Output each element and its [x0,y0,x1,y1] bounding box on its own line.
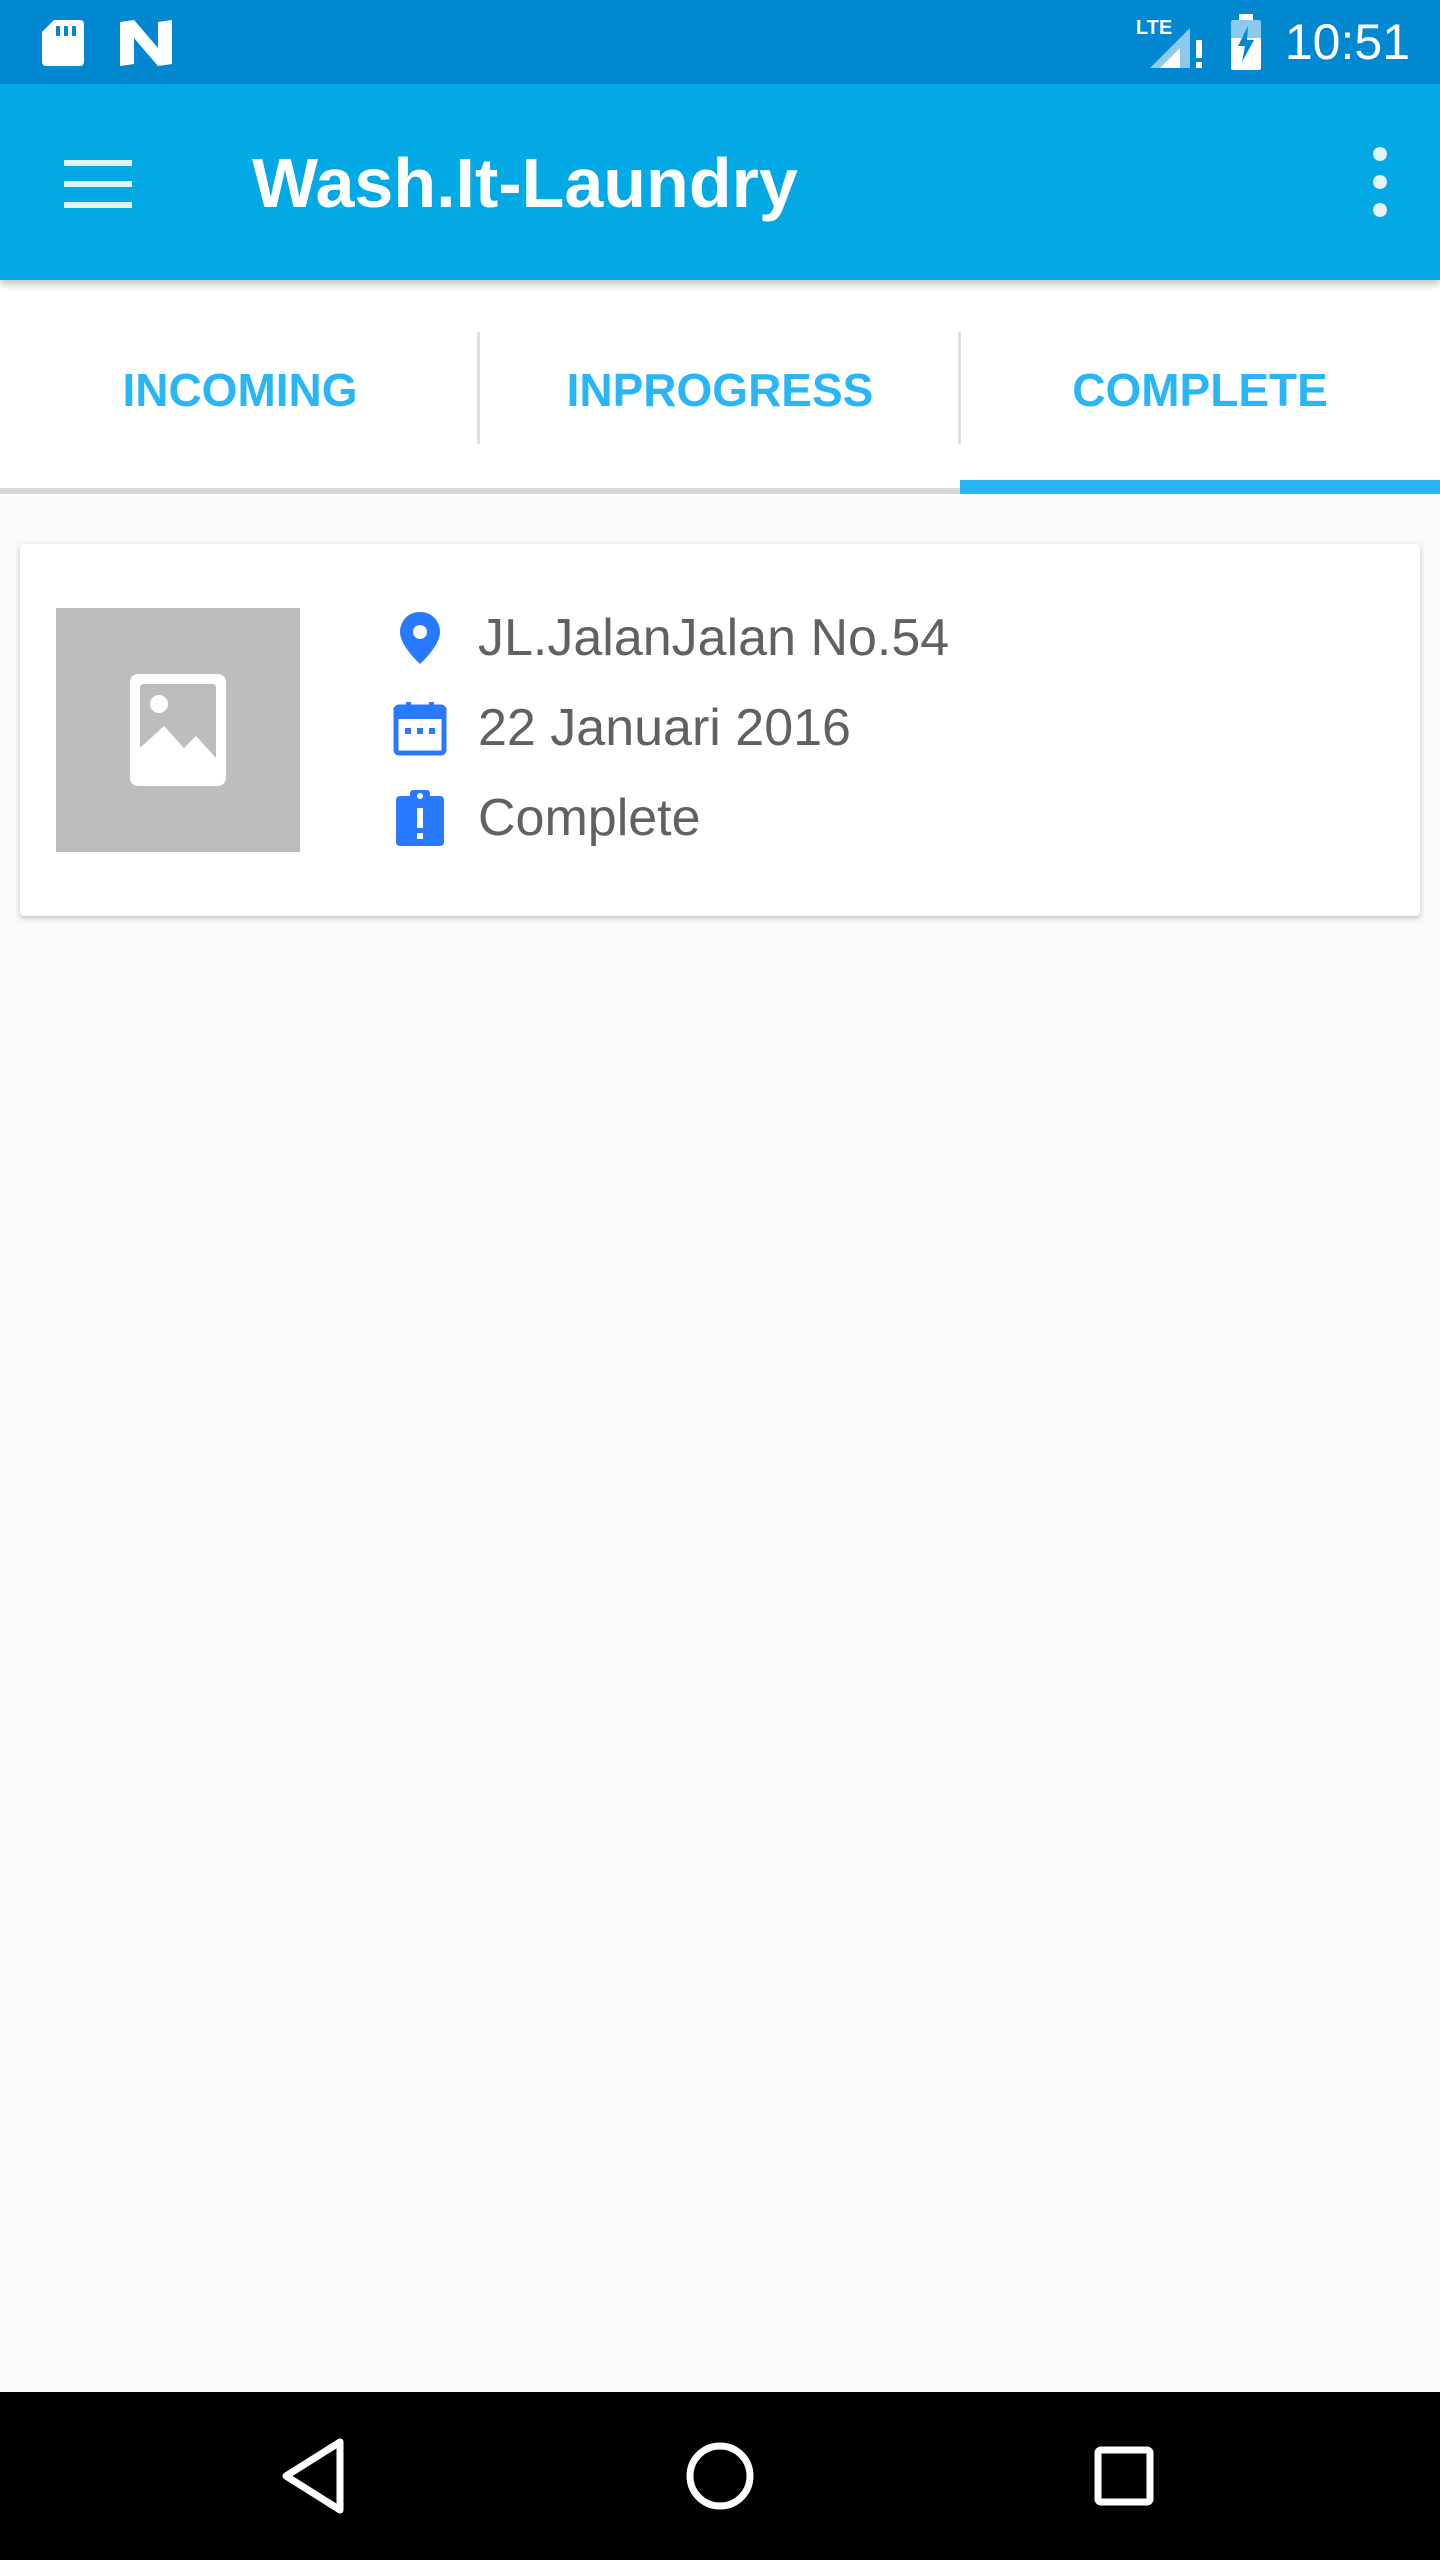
calendar-icon [390,698,450,758]
app-bar: Wash.It-Laundry [0,84,1440,280]
navigation-bar [0,2392,1440,2560]
battery-charging-icon [1228,12,1264,72]
tab-complete[interactable]: COMPLETE [960,280,1440,496]
menu-button[interactable] [48,134,148,234]
status-time: 10:51 [1284,14,1410,70]
tab-label: COMPLETE [1072,364,1328,416]
app-title: Wash.It-Laundry [252,144,798,222]
sd-card-icon [40,18,86,68]
recents-button[interactable] [1064,2416,1184,2536]
home-button[interactable] [660,2416,780,2536]
order-date: 22 Januari 2016 [478,699,851,757]
overflow-menu-button[interactable] [1340,132,1420,232]
image-placeholder-icon [56,674,300,856]
tab-bar: INCOMING INPROGRESS COMPLETE [0,280,1440,496]
tab-label: INCOMING [122,364,358,416]
order-status: Complete [478,789,701,847]
order-thumbnail [56,608,300,852]
n-notification-icon [118,18,174,68]
more-vertical-icon [1340,147,1420,236]
home-icon [660,2442,780,2540]
back-button[interactable] [256,2416,376,2536]
svg-text:LTE: LTE [1136,17,1172,39]
order-address-row: JL.JalanJalan No.54 [370,598,1370,678]
order-date-row: 22 Januari 2016 [370,688,1370,768]
lte-signal-icon: LTE [1136,14,1206,70]
order-address: JL.JalanJalan No.54 [478,609,950,667]
tab-incoming[interactable]: INCOMING [0,280,480,496]
tab-selected-indicator [960,480,1440,494]
location-pin-icon [390,608,450,668]
status-bar: LTE 10:51 [0,0,1440,84]
tab-label: INPROGRESS [566,364,874,416]
order-status-row: Complete [370,778,1370,858]
clipboard-alert-icon [390,788,450,848]
order-card[interactable]: JL.JalanJalan No.54 22 Januari 2016 Comp… [20,544,1420,916]
back-icon [256,2438,376,2540]
tab-inprogress[interactable]: INPROGRESS [480,280,960,496]
hamburger-menu-icon [48,160,148,238]
recents-icon [1064,2446,1184,2540]
